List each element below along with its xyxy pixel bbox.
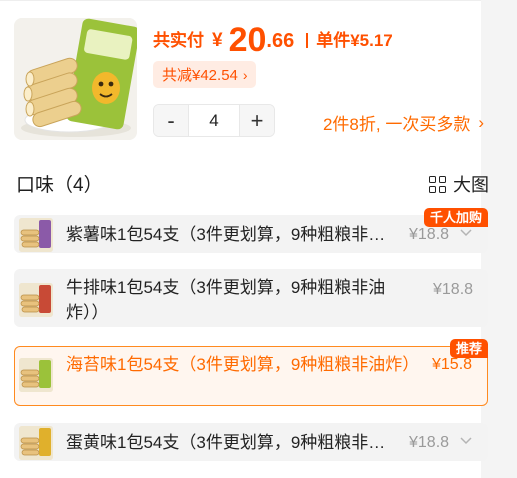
large-view-toggle[interactable]: 大图 (429, 171, 489, 197)
product-image[interactable] (14, 18, 137, 140)
discount-badge[interactable]: 共减¥42.54 › (153, 61, 256, 88)
sku-thumbnail (19, 218, 53, 252)
sku-tag-recommended: 推荐 (449, 339, 488, 358)
multi-buy-promo-link[interactable]: 2件8折, 一次买多款 › (323, 110, 484, 135)
price-currency: ¥ (212, 30, 223, 51)
discount-label: 共减¥42.54 (162, 67, 238, 84)
quantity-stepper: - 4 + (153, 104, 275, 137)
unit-price: 单件¥5.17 (316, 31, 393, 50)
quantity-input[interactable]: 4 (188, 105, 240, 136)
sku-price: ¥18.8 (433, 281, 474, 298)
sku-name: 牛排味1包54支（3件更划算，9种粗粮非油炸）） (66, 278, 386, 322)
promo-text: 2件8折, 一次买多款 (322, 115, 471, 134)
sku-name: 海苔味1包54支（3件更划算，9种粗粮非油炸） (66, 355, 420, 374)
sku-price: ¥18.8 (409, 226, 450, 243)
sku-thumbnail (19, 426, 53, 460)
chevron-down-icon[interactable] (460, 227, 472, 241)
sku-thumbnail (19, 283, 53, 317)
increase-button[interactable]: + (240, 105, 274, 136)
sku-option-steak[interactable]: 牛排味1包54支（3件更划算，9种粗粮非油炸）） ¥18.8 (14, 269, 488, 327)
top-divider (0, 0, 491, 1)
sku-option-egg-yolk[interactable]: 蛋黄味1包54支（3件更划算，9种粗粮非油炸） ¥18.8 (14, 423, 488, 461)
total-price: 共实付 ¥ 20 .66 单件¥5.17 (153, 18, 393, 58)
sku-name: 紫薯味1包54支（3件更划算，9种粗粮非油炸） (66, 225, 392, 244)
chevron-right-icon: › (478, 112, 484, 132)
sku-name: 蛋黄味1包54支（3件更划算，9种粗粮非油炸） (66, 433, 392, 452)
sku-price: ¥18.8 (409, 434, 450, 451)
decrease-button[interactable]: - (154, 105, 188, 136)
price-separator (306, 33, 309, 48)
sku-option-seaweed-selected[interactable]: 海苔味1包54支（3件更划算，9种粗粮非油炸） ¥15.8 推荐 (14, 339, 488, 406)
grid-icon (429, 175, 446, 193)
flavor-section-title: 口味（4） (16, 175, 103, 196)
chevron-down-icon[interactable] (460, 435, 472, 449)
sku-tag-popular: 千人加购 (423, 208, 488, 227)
price-decimal: .66 (266, 30, 295, 52)
sku-option-purple-potato[interactable]: 紫薯味1包54支（3件更划算，9种粗粮非油炸） ¥18.8 千人加购 (14, 208, 488, 253)
large-view-label: 大图 (453, 175, 489, 195)
sku-price: ¥15.8 (432, 356, 473, 373)
sku-thumbnail (19, 358, 53, 392)
price-integer: 20 (228, 21, 267, 59)
total-price-label: 共实付 (153, 31, 204, 50)
chevron-right-icon: › (242, 66, 248, 83)
